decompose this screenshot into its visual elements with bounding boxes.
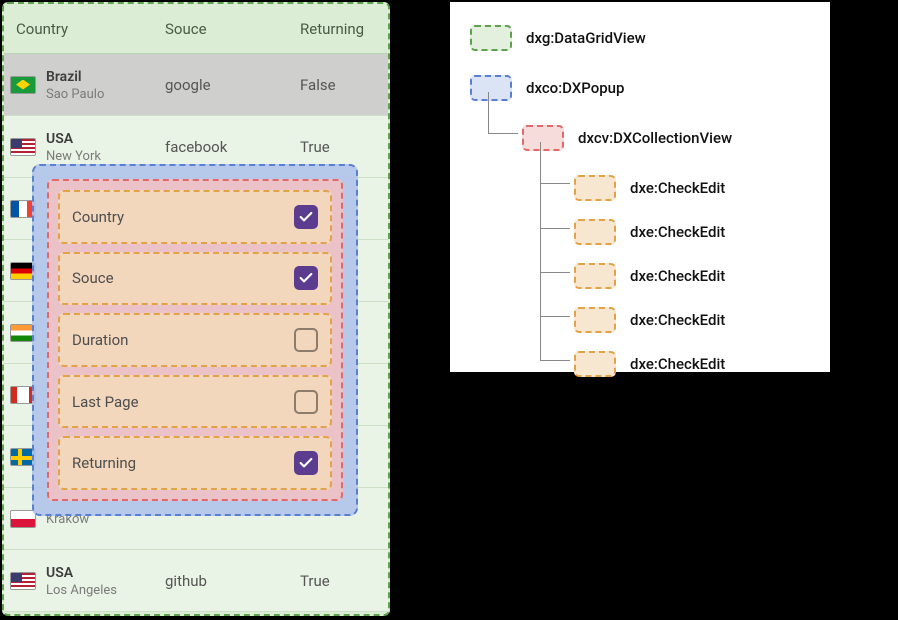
dx-popup: Country Souce Duration Last Page Returni… bbox=[32, 164, 358, 516]
checkbox-icon[interactable] bbox=[294, 205, 318, 229]
checkbox-icon[interactable] bbox=[294, 451, 318, 475]
flag-icon bbox=[10, 76, 36, 94]
check-edit-label: Duration bbox=[72, 331, 128, 349]
flag-icon bbox=[10, 510, 36, 528]
check-edit-item[interactable]: Duration bbox=[58, 313, 332, 367]
check-edit-item[interactable]: Souce bbox=[58, 252, 332, 306]
legend-label-dxpopup: dxco:DXPopup bbox=[526, 79, 624, 97]
check-edit-label: Last Page bbox=[72, 393, 139, 411]
source-cell: github bbox=[165, 572, 300, 590]
checkbox-icon[interactable] bbox=[294, 266, 318, 290]
legend-box-checkedit bbox=[574, 351, 616, 377]
country-cell: USANew York bbox=[46, 129, 101, 164]
legend-label-checkedit: dxe:CheckEdit bbox=[630, 355, 725, 373]
legend-box-datagridview bbox=[470, 25, 512, 51]
legend-label-datagridview: dxg:DataGridView bbox=[526, 29, 646, 47]
returning-cell: False bbox=[300, 76, 382, 94]
grid-header-row: Country Souce Returning bbox=[4, 4, 388, 54]
legend-box-checkedit bbox=[574, 263, 616, 289]
legend-label-checkedit: dxe:CheckEdit bbox=[630, 311, 725, 329]
header-country[interactable]: Country bbox=[10, 20, 165, 38]
returning-cell: True bbox=[300, 572, 382, 590]
check-edit-item[interactable]: Last Page bbox=[58, 375, 332, 429]
checkbox-icon[interactable] bbox=[294, 328, 318, 352]
country-cell: USALos Angeles bbox=[46, 563, 117, 598]
returning-cell: True bbox=[300, 138, 382, 156]
table-row[interactable]: BrazilSao Paulo google False bbox=[4, 54, 388, 116]
flag-icon bbox=[10, 138, 36, 156]
country-cell: BrazilSao Paulo bbox=[46, 67, 104, 102]
flag-icon bbox=[10, 572, 36, 590]
legend-box-checkedit bbox=[574, 219, 616, 245]
legend-box-checkedit bbox=[574, 307, 616, 333]
legend-box-checkedit bbox=[574, 175, 616, 201]
header-source[interactable]: Souce bbox=[165, 20, 300, 38]
check-edit-item[interactable]: Returning bbox=[58, 436, 332, 490]
dx-collection-view: Country Souce Duration Last Page Returni… bbox=[47, 179, 343, 501]
source-cell: google bbox=[165, 76, 300, 94]
legend-label-collectionview: dxcv:DXCollectionView bbox=[578, 129, 732, 147]
header-returning[interactable]: Returning bbox=[300, 20, 382, 38]
legend-label-checkedit: dxe:CheckEdit bbox=[630, 267, 725, 285]
source-cell: facebook bbox=[165, 138, 300, 156]
hierarchy-legend: dxg:DataGridView dxco:DXPopup dxcv:DXCol… bbox=[450, 2, 830, 372]
legend-label-checkedit: dxe:CheckEdit bbox=[630, 223, 725, 241]
table-row[interactable]: USALos Angeles github True bbox=[4, 550, 388, 612]
legend-label-checkedit: dxe:CheckEdit bbox=[630, 179, 725, 197]
check-edit-label: Country bbox=[72, 208, 124, 226]
checkbox-icon[interactable] bbox=[294, 390, 318, 414]
check-edit-label: Returning bbox=[72, 454, 136, 472]
check-edit-item[interactable]: Country bbox=[58, 190, 332, 244]
check-edit-label: Souce bbox=[72, 269, 114, 287]
